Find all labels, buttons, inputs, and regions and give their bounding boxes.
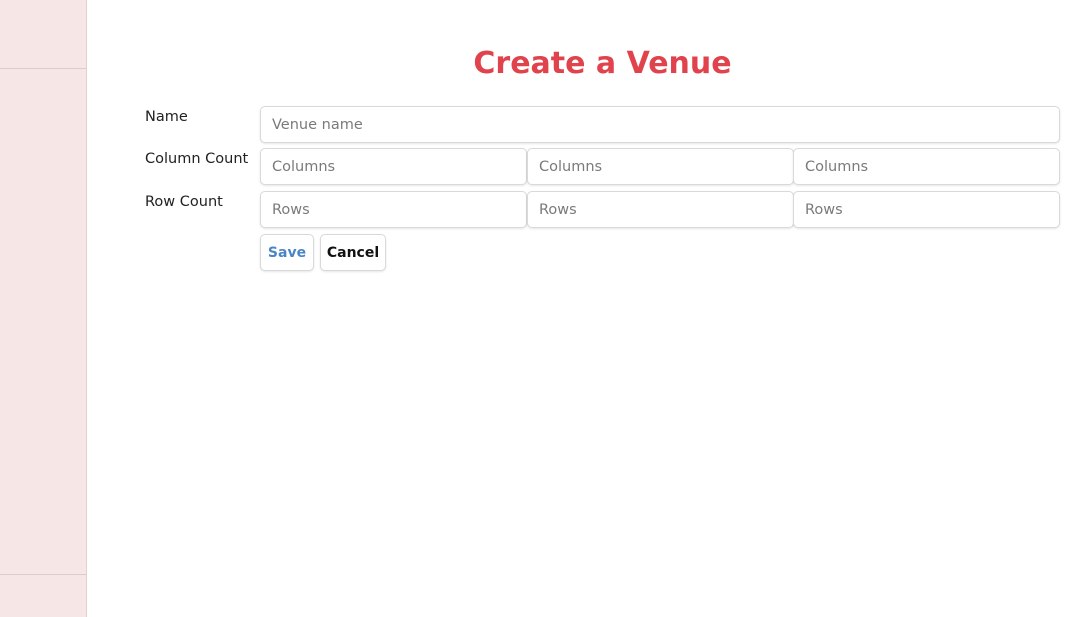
- sidebar-divider-bottom: [0, 574, 86, 575]
- row-count-input-3[interactable]: [793, 191, 1060, 228]
- sidebar-divider-top: [0, 68, 86, 69]
- column-count-input-1[interactable]: [260, 148, 527, 185]
- save-button[interactable]: Save: [260, 234, 314, 271]
- name-label: Name: [145, 109, 188, 125]
- column-count-label: Column Count: [145, 151, 249, 167]
- column-count-input-2[interactable]: [527, 148, 794, 185]
- page-title: Create a Venue: [473, 46, 732, 81]
- column-count-input-3[interactable]: [793, 148, 1060, 185]
- row-count-input-1[interactable]: [260, 191, 527, 228]
- row-count-label: Row Count: [145, 194, 223, 210]
- cancel-button[interactable]: Cancel: [320, 234, 386, 271]
- page-title-container: Create a Venue: [87, 46, 1072, 81]
- sidebar: [0, 0, 87, 617]
- row-count-input-2[interactable]: [527, 191, 794, 228]
- venue-name-input[interactable]: [260, 106, 1060, 143]
